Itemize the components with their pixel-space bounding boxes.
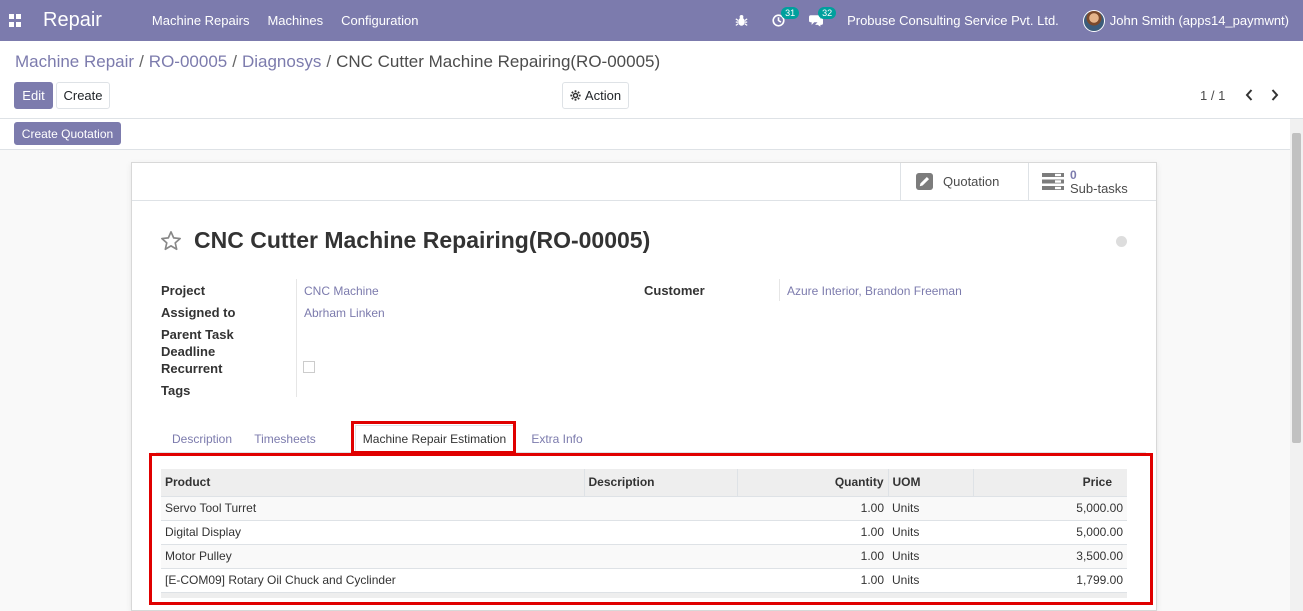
cell-price: 1,799.00 xyxy=(973,567,1127,592)
favorite-star-icon[interactable] xyxy=(160,230,182,252)
activity-clock-icon[interactable]: 31 xyxy=(772,6,800,29)
field-separator xyxy=(779,279,780,301)
table-footer-cell xyxy=(161,591,1127,598)
user-menu[interactable]: John Smith (apps14_paymwnt) xyxy=(1110,13,1289,28)
smart-button-box: Quotation 0 Sub-tasks xyxy=(132,163,1156,201)
tab-machine-repair-estimation[interactable]: Machine Repair Estimation xyxy=(355,425,514,453)
breadcrumb-ro-00005[interactable]: RO-00005 xyxy=(149,52,227,71)
cell-product: [E-COM09] Rotary Oil Chuck and Cyclinder xyxy=(161,567,584,592)
subtasks-label: Sub-tasks xyxy=(1070,180,1128,196)
cell-description xyxy=(584,519,737,544)
cell-quantity: 1.00 xyxy=(737,519,888,544)
messages-chat-icon[interactable]: 32 xyxy=(809,6,837,29)
menu-machine-repairs[interactable]: Machine Repairs xyxy=(152,13,250,28)
edit-button[interactable]: Edit xyxy=(14,82,53,109)
company-switcher[interactable]: Probuse Consulting Service Pvt. Ltd. xyxy=(847,13,1059,28)
table-row[interactable]: Motor Pulley 1.00 Units 3,500.00 xyxy=(161,543,1127,568)
project-value[interactable]: CNC Machine xyxy=(304,284,379,298)
top-navbar: Repair Machine Repairs Machines Configur… xyxy=(0,0,1303,41)
breadcrumb-diagnosys[interactable]: Diagnosys xyxy=(242,52,321,71)
kanban-state-dot[interactable] xyxy=(1116,236,1127,247)
action-label: Action xyxy=(584,88,622,103)
tab-timesheets[interactable]: Timesheets xyxy=(244,425,326,453)
column-price[interactable]: Price xyxy=(972,469,1127,496)
cell-product: Digital Display xyxy=(161,519,584,544)
tab-description[interactable]: Description xyxy=(162,425,242,453)
customer-value[interactable]: Azure Interior, Brandon Freeman xyxy=(787,284,962,298)
cell-uom: Units xyxy=(888,567,973,592)
project-label: Project xyxy=(161,283,206,298)
column-description[interactable]: Description xyxy=(583,469,737,496)
column-product[interactable]: Product xyxy=(161,469,584,496)
apps-menu-icon[interactable] xyxy=(9,13,23,28)
breadcrumb-separator: / xyxy=(232,52,237,71)
column-quantity[interactable]: Quantity xyxy=(736,469,888,496)
quotation-label: Quotation xyxy=(943,174,1000,189)
tags-label: Tags xyxy=(161,383,191,398)
subtasks-count: 0 xyxy=(1070,167,1077,182)
app-name[interactable]: Repair xyxy=(43,9,102,32)
breadcrumb-current: CNC Cutter Machine Repairing(RO-00005) xyxy=(336,52,661,71)
create-button[interactable]: Create xyxy=(56,82,110,109)
record-title[interactable]: CNC Cutter Machine Repairing(RO-00005) xyxy=(194,227,650,254)
debug-bug-icon[interactable] xyxy=(735,13,748,29)
recurrent-checkbox[interactable] xyxy=(303,361,315,373)
cell-description xyxy=(584,495,737,520)
pager-previous-icon[interactable] xyxy=(1244,88,1256,102)
activity-count-badge: 31 xyxy=(781,6,800,19)
notebook-tabs: Description Timesheets Machine Repair Es… xyxy=(156,421,1146,454)
gear-icon xyxy=(570,90,581,101)
pager-next-icon[interactable] xyxy=(1270,88,1282,102)
cell-uom: Units xyxy=(888,519,973,544)
pager-value[interactable]: 1 / 1 xyxy=(1200,88,1225,103)
cell-quantity: 1.00 xyxy=(737,567,888,592)
user-avatar[interactable] xyxy=(1082,9,1105,32)
cell-description xyxy=(584,543,737,568)
quotation-smart-button[interactable]: Quotation xyxy=(900,163,1028,200)
title-row: CNC Cutter Machine Repairing(RO-00005) xyxy=(160,227,650,254)
cell-product: Motor Pulley xyxy=(161,543,584,568)
scrollbar-thumb[interactable] xyxy=(1292,133,1301,443)
edit-pencil-icon xyxy=(916,173,933,190)
action-dropdown-button[interactable]: Action xyxy=(562,82,629,109)
table-row[interactable]: Servo Tool Turret 1.00 Units 5,000.00 xyxy=(161,495,1127,520)
table-row[interactable]: [E-COM09] Rotary Oil Chuck and Cyclinder… xyxy=(161,567,1127,592)
breadcrumb-machine-repair[interactable]: Machine Repair xyxy=(15,52,134,71)
cell-description xyxy=(584,567,737,592)
cell-product: Servo Tool Turret xyxy=(161,495,584,520)
control-panel-divider xyxy=(0,118,1303,119)
navbar-right: 31 32 Probuse Consulting Service Pvt. Lt… xyxy=(735,0,1303,41)
message-count-badge: 32 xyxy=(818,6,837,19)
deadline-label: Deadline xyxy=(161,344,216,359)
recurrent-label: Recurrent xyxy=(161,361,223,376)
tab-extra-info[interactable]: Extra Info xyxy=(516,425,598,453)
tasks-list-icon xyxy=(1042,173,1064,190)
parent-task-label: Parent Task xyxy=(161,327,234,342)
subtasks-smart-button[interactable]: 0 Sub-tasks xyxy=(1028,163,1156,200)
menu-machines[interactable]: Machines xyxy=(267,13,323,28)
form-sheet: Quotation 0 Sub-tasks CNC Cutter Machine… xyxy=(131,162,1157,611)
assigned-to-value[interactable]: Abrham Linken xyxy=(304,306,385,320)
cell-uom: Units xyxy=(888,543,973,568)
breadcrumb: Machine Repair / RO-00005/Diagnosys / CNC Cu… xyxy=(15,52,660,72)
create-quotation-button[interactable]: Create Quotation xyxy=(14,122,121,145)
cell-price: 3,500.00 xyxy=(973,543,1127,568)
scrollbar[interactable] xyxy=(1290,119,1303,611)
cell-price: 5,000.00 xyxy=(973,519,1127,544)
breadcrumb-separator: / xyxy=(139,52,144,71)
breadcrumb-separator: / xyxy=(326,52,332,71)
menu-configuration[interactable]: Configuration xyxy=(341,13,418,28)
table-row[interactable]: Digital Display 1.00 Units 5,000.00 xyxy=(161,519,1127,544)
cell-quantity: 1.00 xyxy=(737,495,888,520)
cell-price: 5,000.00 xyxy=(973,495,1127,520)
cell-uom: Units xyxy=(888,495,973,520)
assigned-to-label: Assigned to xyxy=(161,305,236,320)
table-header-row: Product Description Quantity UOM Price xyxy=(161,469,1127,496)
cell-quantity: 1.00 xyxy=(737,543,888,568)
table-footer-row xyxy=(161,591,1127,598)
customer-label: Customer xyxy=(644,283,705,298)
column-uom[interactable]: UOM xyxy=(887,469,973,496)
estimation-table: Product Description Quantity UOM Price S… xyxy=(161,469,1127,598)
field-separator xyxy=(296,279,297,397)
